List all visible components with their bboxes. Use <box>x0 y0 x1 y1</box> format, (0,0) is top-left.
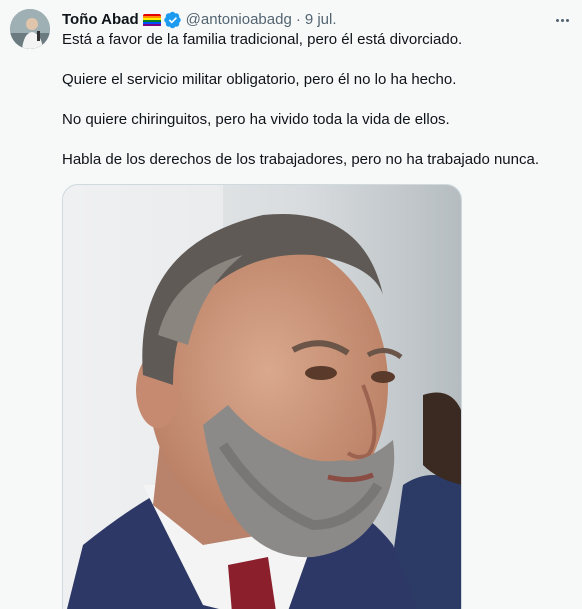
avatar[interactable] <box>10 9 50 49</box>
author-handle[interactable]: @antonioabadg <box>186 10 292 30</box>
photo-of-bearded-man-in-suit <box>63 185 461 609</box>
rainbow-flag-icon <box>142 13 161 27</box>
verified-badge-icon <box>163 11 181 29</box>
display-name[interactable]: Toño Abad <box>62 10 139 30</box>
tweet-photo[interactable] <box>62 184 462 609</box>
tweet-date[interactable]: 9 jul. <box>305 10 337 30</box>
tweet-line: Está a favor de la familia tradicional, … <box>62 31 463 48</box>
tweet[interactable]: Toño Abad @antonioabadg · 9 jul. Está a … <box>0 0 582 609</box>
avatar-image <box>10 9 50 49</box>
tweet-line: Habla de los derechos de los trabajadore… <box>62 151 539 168</box>
tweet-text: Está a favor de la familia tradicional, … <box>62 30 574 190</box>
tweet-line: Quiere el servicio militar obligatorio, … <box>62 71 457 88</box>
tweet-header: Toño Abad @antonioabadg · 9 jul. <box>62 10 337 30</box>
tweet-line: No quiere chiringuitos, pero ha vivido t… <box>62 111 450 128</box>
separator-dot: · <box>295 11 301 28</box>
more-icon[interactable] <box>552 10 572 30</box>
